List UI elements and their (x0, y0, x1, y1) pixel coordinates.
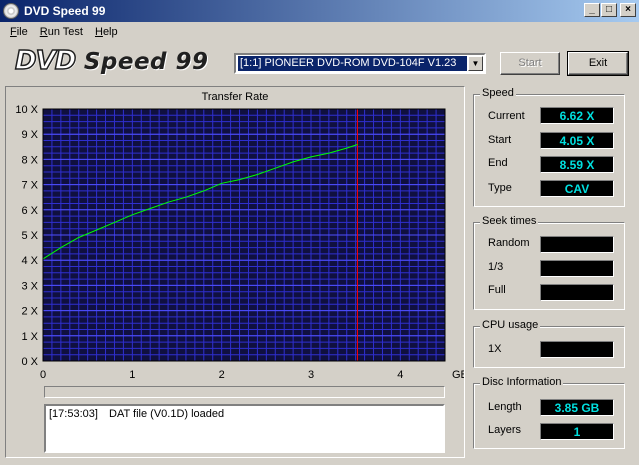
speed-group: Speed Current 6.62 X Start 4.05 X End 8.… (473, 87, 625, 207)
log-timestamp: [17:53:03] (49, 408, 98, 420)
x-unit-label: GB (452, 369, 464, 381)
y-tick-label: 8 X (21, 154, 38, 166)
disc-info-group: Disc Information Length 3.85 GB Layers 1 (473, 376, 625, 449)
drive-select-value: [1:1] PIONEER DVD-ROM DVD-104F V1.23 (238, 56, 467, 71)
menu-bar: File Run Test Help (0, 22, 639, 41)
logo-speed: Speed 99 (83, 49, 209, 75)
layers-value: 1 (540, 423, 614, 440)
log-box: [17:53:03] DAT file (V0.1D) loaded (44, 404, 445, 453)
third-label: 1/3 (488, 261, 504, 273)
seek-times-group: Seek times Random 1/3 Full (473, 215, 625, 310)
window-title: DVD Speed 99 (24, 4, 106, 18)
layers-label: Layers (488, 424, 522, 436)
menu-run-test[interactable]: Run Test (34, 26, 89, 38)
x-tick-label: 0 (40, 369, 46, 381)
x-tick-label: 2 (219, 369, 225, 381)
title-bar[interactable]: DVD Speed 99 _ □ × (0, 0, 639, 22)
y-tick-label: 3 X (21, 280, 38, 292)
x-tick-label: 4 (397, 369, 403, 381)
y-tick-label: 2 X (21, 306, 38, 318)
y-tick-label: 0 X (21, 356, 38, 368)
window-controls: _ □ × (583, 3, 636, 17)
maximize-button[interactable]: □ (601, 3, 617, 17)
y-tick-label: 9 X (21, 129, 38, 141)
y-tick-label: 10 X (15, 104, 38, 116)
type-label: Type (488, 182, 512, 194)
type-value: CAV (540, 180, 614, 197)
chevron-down-icon[interactable]: ▼ (468, 56, 483, 71)
y-tick-label: 6 X (21, 205, 38, 217)
current-label: Current (488, 110, 525, 122)
current-speed-value: 6.62 X (540, 107, 614, 124)
close-button[interactable]: × (620, 3, 636, 17)
logo-dvd: DVD (14, 45, 77, 77)
disc-icon (3, 3, 19, 19)
transfer-rate-chart: 0 X 1 X 2 X 3 X 4 X 5 X 6 X 7 X 8 X 9 X 10 X 0 1 2 3 4 G… (15, 104, 464, 381)
cpu-title: CPU usage (480, 319, 541, 331)
log-message: DAT file (V0.1D) loaded (109, 408, 225, 420)
y-tick-label: 7 X (21, 180, 38, 192)
random-label: Random (488, 237, 530, 249)
start-speed-value: 4.05 X (540, 132, 614, 149)
full-seek-value (540, 284, 614, 301)
speed-title: Speed (480, 87, 516, 99)
length-value: 3.85 GB (540, 399, 614, 416)
y-tick-label: 1 X (21, 331, 38, 343)
cpu-label: 1X (488, 343, 502, 355)
y-tick-label: 4 X (21, 255, 38, 267)
cpu-value (540, 341, 614, 358)
end-label: End (488, 157, 508, 169)
menu-help[interactable]: Help (89, 26, 124, 38)
menu-file[interactable]: File (4, 26, 34, 38)
x-tick-label: 1 (129, 369, 135, 381)
graph-panel: Transfer Rate 0 X1 X2 X3 X4 X5 X6 X7 X8 … (5, 86, 465, 458)
full-label: Full (488, 284, 506, 296)
third-seek-value (540, 260, 614, 277)
length-label: Length (488, 401, 522, 413)
end-speed-value: 8.59 X (540, 156, 614, 173)
drive-select[interactable]: [1:1] PIONEER DVD-ROM DVD-104F V1.23 ▼ (234, 53, 486, 74)
start-label: Start (488, 134, 512, 146)
random-seek-value (540, 236, 614, 253)
exit-button[interactable]: Exit (567, 51, 629, 76)
seek-title: Seek times (480, 215, 539, 227)
minimize-button[interactable]: _ (584, 3, 600, 17)
app-logo: DVD Speed 99 (14, 45, 209, 77)
disc-title: Disc Information (480, 376, 564, 388)
cpu-usage-group: CPU usage 1X (473, 319, 625, 368)
progress-bar (44, 386, 445, 398)
start-button[interactable]: Start (500, 52, 560, 75)
y-tick-label: 5 X (21, 230, 38, 242)
x-tick-label: 3 (308, 369, 314, 381)
